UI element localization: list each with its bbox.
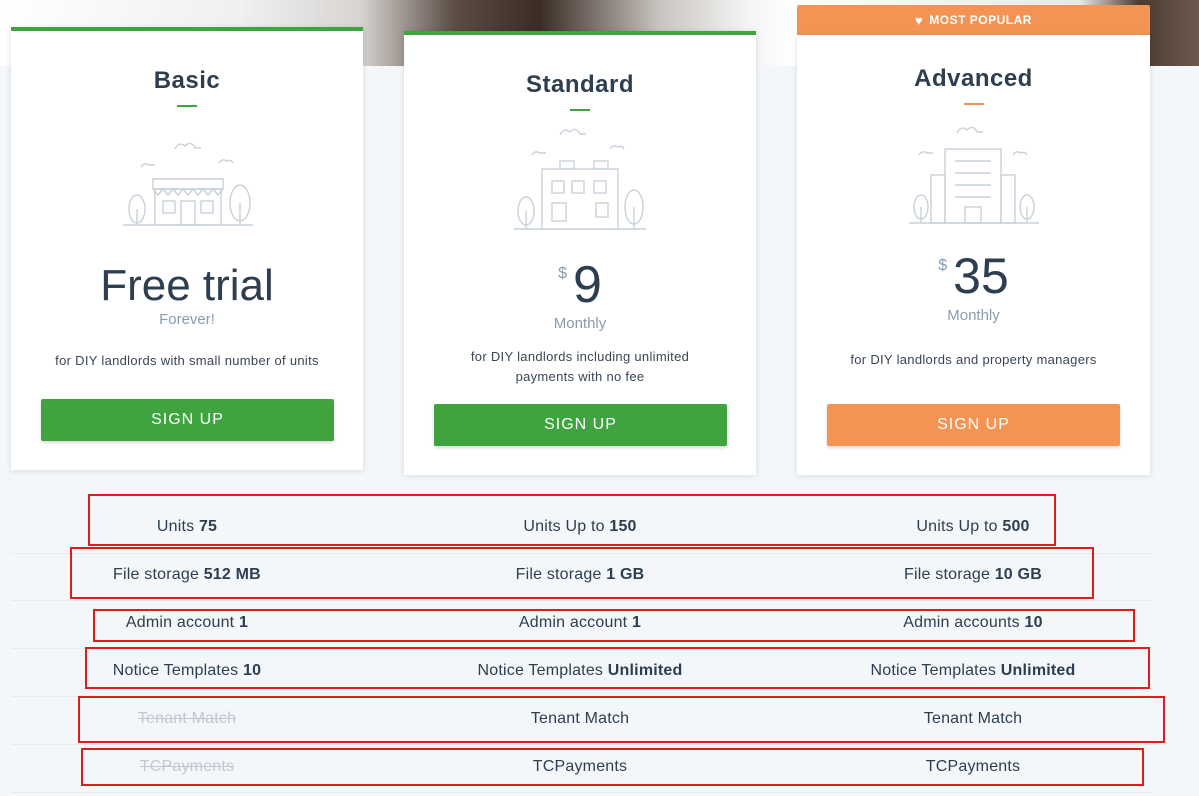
plan-card-basic: Basic Free trial Forever! for DIY landlo… xyxy=(11,27,363,470)
row-highlight-box xyxy=(85,647,1150,689)
plan-description: for DIY landlords including unlimited pa… xyxy=(470,349,690,384)
row-highlight-box xyxy=(81,748,1144,786)
row-highlight-box xyxy=(70,547,1094,599)
office-building-icon xyxy=(909,126,1039,224)
currency-symbol: $ xyxy=(938,257,948,274)
row-highlight-box xyxy=(93,609,1135,642)
price-subtitle: Monthly xyxy=(553,315,607,332)
row-highlight-box xyxy=(88,494,1056,546)
plan-card-standard: Standard $9 Monthly for DIY landlords in… xyxy=(404,31,756,475)
row-divider xyxy=(11,792,1150,793)
title-underline xyxy=(177,105,197,107)
small-shop-icon xyxy=(123,142,253,226)
currency-symbol: $ xyxy=(558,265,567,282)
price-label: Free trial xyxy=(100,261,274,310)
apartment-building-icon xyxy=(514,128,646,230)
price-subtitle: Forever! xyxy=(159,311,215,328)
price-amount: 35 xyxy=(953,248,1009,304)
price-amount: 9 xyxy=(572,256,602,314)
title-underline xyxy=(570,109,590,111)
plan-name: Advanced xyxy=(914,65,1033,92)
price-subtitle: Monthly xyxy=(947,307,1000,324)
most-popular-badge: ♥ MOST POPULAR xyxy=(797,5,1150,35)
sign-up-button-advanced[interactable]: SIGN UP xyxy=(827,404,1120,446)
plan-description: for DIY landlords and property managers xyxy=(850,352,1097,367)
plan-name: Standard xyxy=(525,71,634,98)
heart-icon: ♥ xyxy=(915,12,924,28)
title-underline xyxy=(963,103,984,105)
sign-up-button-standard[interactable]: SIGN UP xyxy=(434,404,727,446)
plan-name: Basic xyxy=(153,67,221,94)
row-divider xyxy=(11,600,1150,601)
sign-up-button-basic[interactable]: SIGN UP xyxy=(41,399,334,441)
plan-card-advanced: Advanced $35 Monthly for DIY landlords a… xyxy=(797,35,1150,475)
badge-label: MOST POPULAR xyxy=(929,13,1032,27)
row-divider xyxy=(11,744,1150,745)
price-label: $9 xyxy=(404,255,756,315)
row-highlight-box xyxy=(78,696,1165,743)
price-label: $35 xyxy=(797,247,1150,305)
plan-description: for DIY landlords with small number of u… xyxy=(55,353,319,368)
